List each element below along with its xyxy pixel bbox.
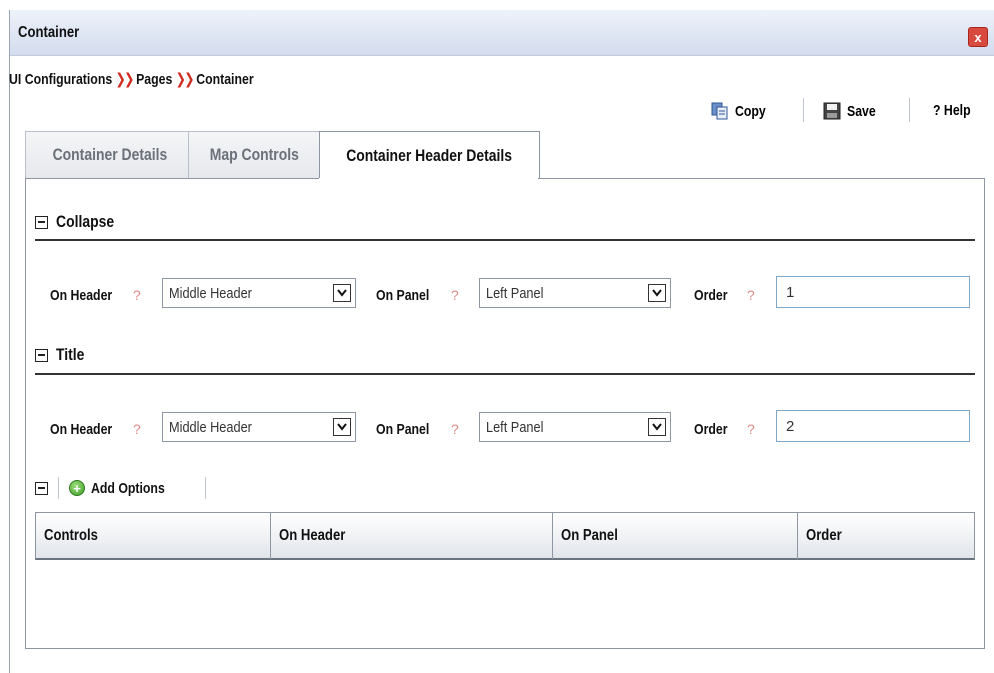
tab-container-details[interactable]: Container Details bbox=[25, 131, 195, 178]
tab-label: Container Header Details bbox=[346, 145, 513, 165]
title-section-title: Title bbox=[56, 345, 85, 364]
tab-label: Map Controls bbox=[209, 145, 300, 164]
title-order-input[interactable] bbox=[776, 410, 970, 442]
section-divider bbox=[35, 239, 975, 241]
title-on-header-label: On Header bbox=[50, 421, 113, 438]
toolbar-divider bbox=[803, 98, 804, 122]
copy-button[interactable]: Copy bbox=[711, 102, 773, 120]
title-on-panel-label: On Panel bbox=[376, 421, 430, 438]
add-icon: + bbox=[69, 480, 85, 496]
save-icon bbox=[823, 102, 841, 120]
collapse-toggle-icon[interactable] bbox=[35, 348, 48, 362]
collapse-toggle-icon[interactable] bbox=[35, 215, 48, 229]
chevron-down-icon bbox=[648, 418, 666, 436]
collapse-on-header-select[interactable]: Middle Header bbox=[162, 278, 356, 308]
chevron-down-icon bbox=[648, 284, 666, 302]
help-icon[interactable]: ? bbox=[747, 287, 755, 303]
collapse-order-label: Order bbox=[694, 287, 728, 304]
help-icon[interactable]: ? bbox=[133, 421, 141, 437]
toolbar-divider bbox=[205, 477, 206, 499]
breadcrumb-container[interactable]: Container bbox=[196, 71, 253, 88]
close-button[interactable]: x bbox=[968, 27, 988, 47]
copy-label: Copy bbox=[735, 102, 766, 120]
help-icon[interactable]: ? bbox=[451, 421, 459, 437]
help-label: ? Help bbox=[933, 102, 971, 119]
help-icon[interactable]: ? bbox=[747, 421, 755, 437]
select-value: Left Panel bbox=[486, 419, 544, 436]
collapse-toggle-icon[interactable] bbox=[35, 481, 48, 495]
breadcrumb-separator-icon: ❯❯ bbox=[115, 71, 134, 88]
title-section-header[interactable]: Title bbox=[35, 345, 91, 365]
save-button[interactable]: Save bbox=[823, 102, 882, 120]
breadcrumb: UI Configurations ❯❯ Pages ❯❯ Container bbox=[9, 70, 254, 88]
breadcrumb-ui-configurations[interactable]: UI Configurations bbox=[9, 71, 112, 88]
select-value: Left Panel bbox=[486, 285, 544, 302]
collapse-on-header-label: On Header bbox=[50, 287, 113, 304]
chevron-down-icon bbox=[333, 284, 351, 302]
collapse-order-input[interactable] bbox=[776, 276, 970, 308]
collapse-on-panel-label: On Panel bbox=[376, 287, 430, 304]
title-bar[interactable]: Container x bbox=[10, 10, 994, 56]
tab-label: Container Details bbox=[52, 145, 168, 164]
help-icon[interactable]: ? bbox=[451, 287, 459, 303]
collapse-section-header[interactable]: Collapse bbox=[35, 212, 127, 232]
tab-container-header-details[interactable]: Container Header Details bbox=[319, 131, 540, 179]
window-title: Container bbox=[18, 24, 80, 41]
column-header-order[interactable]: Order bbox=[798, 513, 974, 559]
select-value: Middle Header bbox=[169, 285, 252, 302]
title-order-label: Order bbox=[694, 421, 728, 438]
toolbar-divider bbox=[909, 98, 910, 122]
breadcrumb-separator-icon: ❯❯ bbox=[175, 71, 195, 88]
collapse-section-title: Collapse bbox=[56, 212, 115, 231]
options-grid-header: Controls On Header On Panel Order bbox=[35, 512, 975, 560]
column-header-controls[interactable]: Controls bbox=[36, 513, 271, 559]
help-icon[interactable]: ? bbox=[133, 287, 141, 303]
chevron-down-icon bbox=[333, 418, 351, 436]
add-options-button[interactable]: + Add Options bbox=[69, 480, 181, 497]
help-button[interactable]: ? Help bbox=[933, 102, 979, 119]
tab-map-controls[interactable]: Map Controls bbox=[188, 131, 321, 178]
column-header-on-panel[interactable]: On Panel bbox=[553, 513, 798, 559]
collapse-on-panel-select[interactable]: Left Panel bbox=[479, 278, 671, 308]
add-options-label: Add Options bbox=[91, 479, 165, 497]
save-label: Save bbox=[847, 102, 876, 120]
toolbar-divider bbox=[58, 477, 59, 499]
select-value: Middle Header bbox=[169, 419, 252, 436]
breadcrumb-pages[interactable]: Pages bbox=[136, 71, 172, 88]
column-header-on-header[interactable]: On Header bbox=[271, 513, 553, 559]
options-toolbar: + Add Options bbox=[35, 475, 216, 501]
section-divider bbox=[35, 373, 975, 375]
copy-icon bbox=[711, 102, 728, 120]
title-on-panel-select[interactable]: Left Panel bbox=[479, 412, 671, 442]
title-on-header-select[interactable]: Middle Header bbox=[162, 412, 356, 442]
